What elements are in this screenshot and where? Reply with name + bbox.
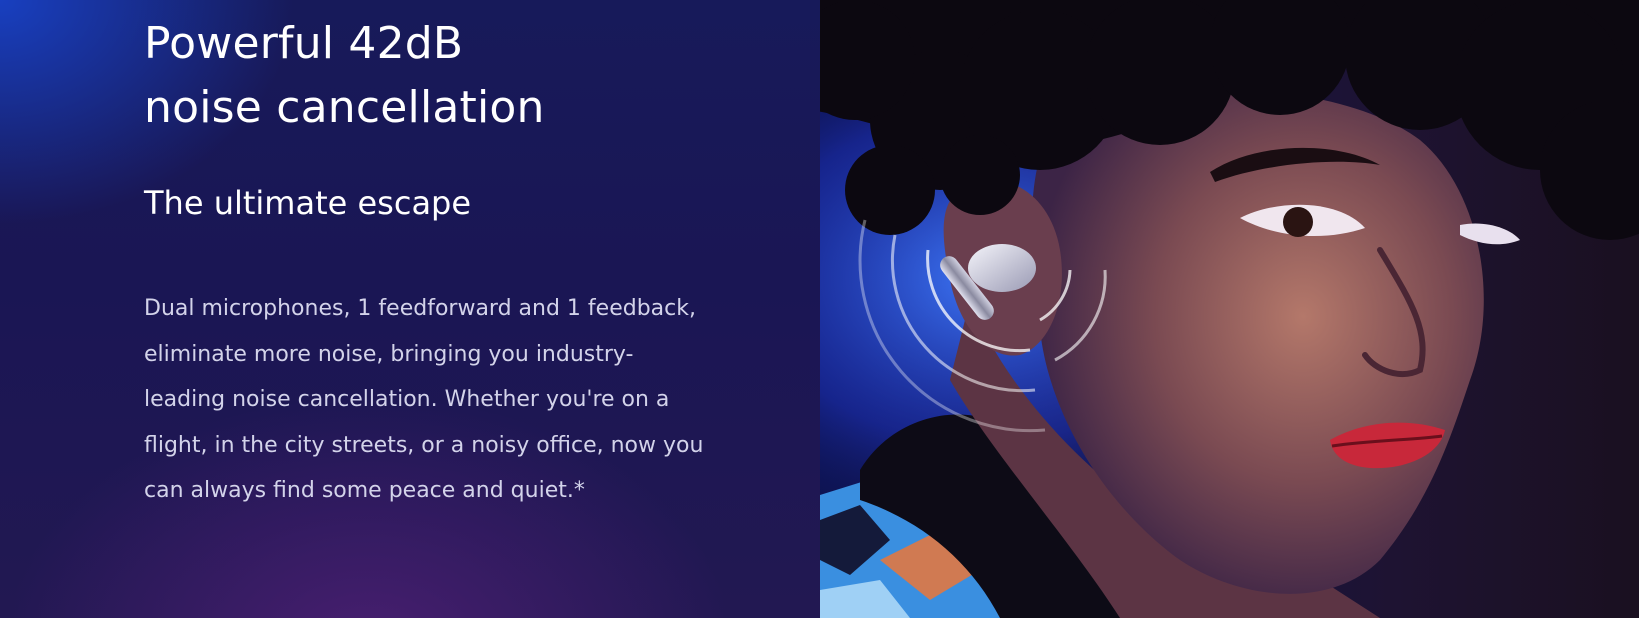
headline-line-2: noise cancellation: [144, 82, 545, 133]
photo-illustration: [820, 0, 1639, 618]
feature-text-panel: Powerful 42dB noise cancellation The ult…: [0, 0, 820, 618]
feature-subheadline: The ultimate escape: [144, 184, 472, 222]
product-lifestyle-photo: [820, 0, 1639, 618]
product-feature-section: Powerful 42dB noise cancellation The ult…: [0, 0, 1639, 618]
headline-line-1: Powerful 42dB: [144, 18, 464, 69]
iris: [1283, 207, 1313, 237]
feature-description: Dual microphones, 1 feedforward and 1 fe…: [144, 296, 704, 503]
feature-headline: Powerful 42dB noise cancellation: [144, 12, 545, 140]
